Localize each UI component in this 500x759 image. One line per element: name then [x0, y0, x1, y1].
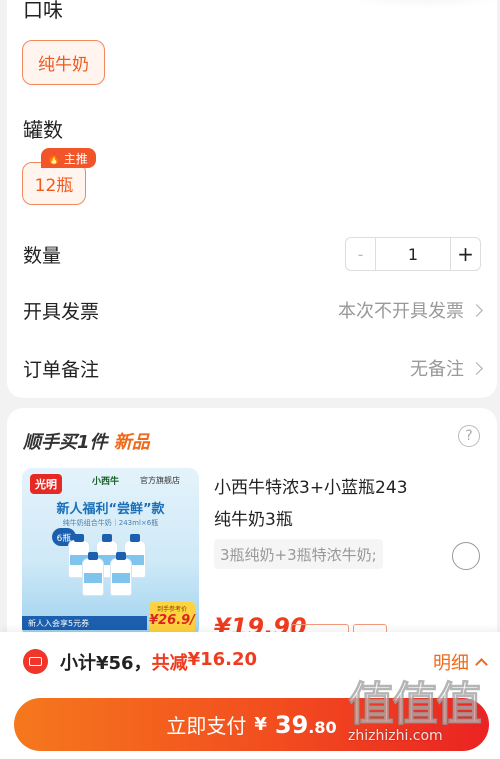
invoice-row[interactable]: 开具发票 本次不开具发票 [23, 294, 483, 326]
pay-currency: ¥ [254, 714, 267, 735]
brand-logo: 光明 [30, 474, 62, 494]
image-price-tag: 到手参考价 ¥26.9/件 [149, 602, 195, 638]
discount-label: 共减 [151, 653, 188, 674]
help-icon[interactable]: ? [458, 425, 480, 447]
promo-banner: 新人入会享5元券 [22, 616, 147, 630]
flavor-option-chip[interactable]: 纯牛奶 [22, 40, 105, 85]
detail-label: 明细 [433, 653, 469, 674]
product-spec[interactable]: 3瓶纯奶+3瓶特浓牛奶; [214, 539, 383, 569]
remark-value: 无备注 [410, 359, 464, 380]
recommended-badge-label: 主推 [63, 151, 88, 166]
add-on-select-radio[interactable] [452, 542, 480, 570]
product-name[interactable]: 小西牛特浓3+小蓝瓶243纯牛奶3瓶 [214, 472, 414, 536]
pay-amount-int: 39 [274, 710, 309, 739]
chevron-right-icon [470, 361, 483, 375]
flame-icon: 🔥 [47, 151, 61, 165]
image-price-label: 到手参考价 [156, 606, 187, 613]
remark-row[interactable]: 订单备注 无备注 [23, 352, 483, 384]
milk-bottles-illustration [62, 532, 162, 596]
count-option-chip[interactable]: 12瓶 [22, 162, 86, 205]
chevron-right-icon [470, 303, 483, 317]
coupon-icon [23, 649, 48, 674]
checkout-bar: 小计 ¥56， 共减 ¥16.20 明细 立即支付 ¥ 39 .80 [0, 632, 500, 759]
quantity-value[interactable]: 1 [376, 238, 450, 270]
store-label: 官方旗舰店 [140, 476, 180, 485]
quantity-row: 数量 - 1 + [23, 234, 481, 274]
detail-toggle[interactable]: 明细 [433, 649, 488, 675]
decrease-button[interactable]: - [346, 238, 376, 270]
invoice-value: 本次不开具发票 [338, 301, 464, 322]
recommended-badge: 🔥 主推 [41, 148, 96, 168]
discount-value: ¥16.20 [187, 649, 258, 670]
count-title: 罐数 [23, 118, 63, 142]
add-on-title: 顺手买1件 新品 [23, 428, 150, 454]
pay-label: 立即支付 [166, 714, 247, 738]
image-subline: 纯牛奶组合牛奶｜243ml×6瓶 [62, 519, 159, 527]
add-on-new-label: 新品 [113, 432, 150, 453]
flavor-title: 口味 [23, 0, 63, 22]
pay-amount-dec: .80 [308, 717, 337, 737]
pay-now-button[interactable]: 立即支付 ¥ 39 .80 [14, 698, 489, 751]
quantity-label: 数量 [23, 244, 62, 267]
add-on-title-text: 顺手买1件 [23, 432, 108, 453]
product-image[interactable]: 光明 小西牛 官方旗舰店 新人福利“尝鲜”款 纯牛奶组合牛奶｜243ml×6瓶 … [22, 468, 199, 638]
increase-button[interactable]: + [450, 238, 480, 270]
subtotal-summary: 小计 ¥56， 共减 ¥16.20 [60, 649, 257, 675]
remark-label: 订单备注 [23, 358, 100, 381]
invoice-label: 开具发票 [23, 300, 100, 323]
sub-brand-logo: 小西牛 [92, 477, 120, 487]
quantity-stepper: - 1 + [345, 237, 481, 271]
subtotal-label: 小计 [60, 653, 96, 674]
order-options-card: 口味 纯牛奶 罐数 12瓶 🔥 主推 数量 - 1 + 开具发票 本次不开具发票… [7, 0, 497, 398]
subtotal-value: ¥56， [96, 653, 152, 674]
chevron-up-icon [475, 658, 488, 671]
image-headline: 新人福利“尝鲜”款 [56, 502, 165, 517]
